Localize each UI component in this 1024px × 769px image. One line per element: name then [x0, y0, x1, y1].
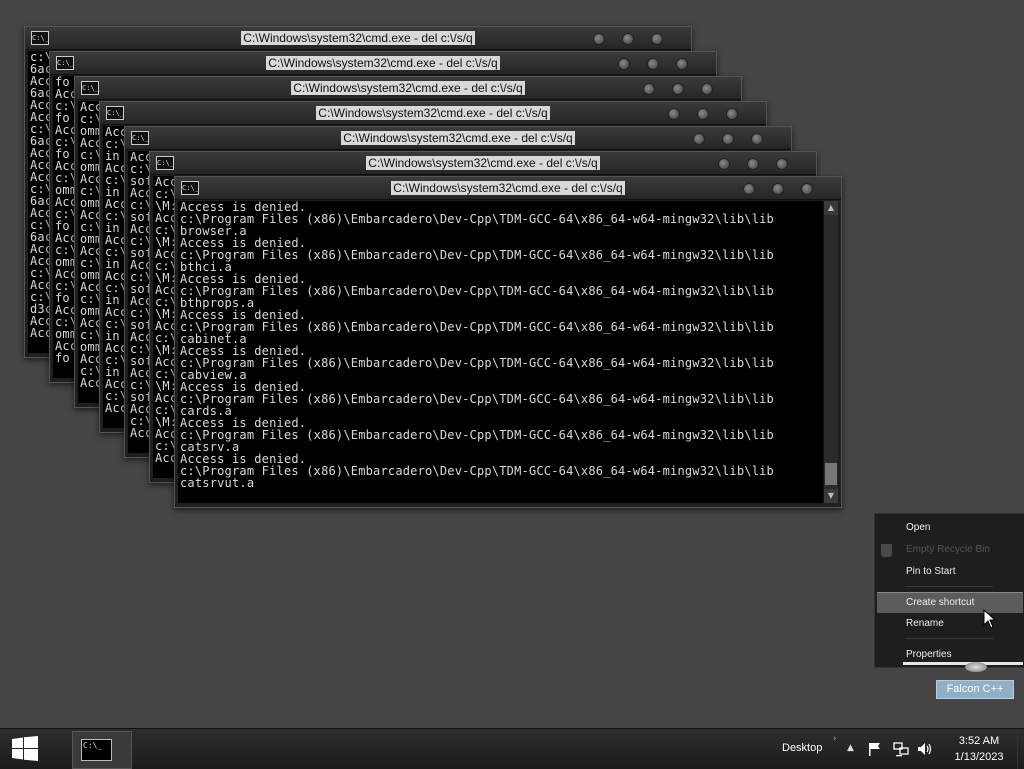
- cmd-window-title: C:\Windows\system32\cmd.exe - del c:\/s/…: [75, 81, 741, 95]
- menu-separator: [905, 638, 993, 639]
- cmd-window-titlebar[interactable]: C:\_ C:\Windows\system32\cmd.exe - del c:…: [100, 102, 766, 125]
- cmd-window-title-text: C:\Windows\system32\cmd.exe - del c:\/s/…: [341, 131, 575, 145]
- cmd-window-title-text: C:\Windows\system32\cmd.exe - del c:\/s/…: [316, 106, 550, 120]
- cmd-window-title: C:\Windows\system32\cmd.exe - del c:\/s/…: [50, 56, 716, 70]
- console-line: catsrvut.a: [180, 476, 255, 490]
- cmd-icon: C:\_: [81, 739, 112, 761]
- close-button[interactable]: [651, 33, 663, 45]
- windows-logo-icon: [12, 736, 38, 761]
- cmd-window-title: C:\Windows\system32\cmd.exe - del c:\/s/…: [175, 181, 841, 195]
- desktop-icon-label: Falcon C++: [936, 680, 1014, 699]
- cmd-window-title-text: C:\Windows\system32\cmd.exe - del c:\/s/…: [241, 31, 475, 45]
- scroll-up-arrow-icon[interactable]: ▲: [824, 201, 838, 215]
- clock-time[interactable]: 3:52 AM: [952, 735, 1006, 747]
- volume-icon[interactable]: [917, 741, 933, 757]
- close-button[interactable]: [726, 108, 738, 120]
- network-icon[interactable]: [893, 741, 909, 757]
- clock-date[interactable]: 1/13/2023: [946, 751, 1012, 763]
- mouse-cursor-icon: [983, 609, 997, 629]
- maximize-button[interactable]: [772, 183, 784, 195]
- cmd-window-titlebar[interactable]: C:\_ C:\Windows\system32\cmd.exe - del c:…: [150, 152, 816, 175]
- cmd-window-title: C:\Windows\system32\cmd.exe - del c:\/s/…: [125, 131, 791, 145]
- console-line: c:\Program Files (x86)\Embarcadero\Dev-C…: [180, 392, 774, 406]
- cmd-window-title: C:\Windows\system32\cmd.exe - del c:\/s/…: [25, 31, 691, 45]
- menu-create-shortcut-label: Create shortcut: [906, 597, 975, 608]
- close-button[interactable]: [701, 83, 713, 95]
- console-line: c:\Program Files (x86)\Embarcadero\Dev-C…: [180, 248, 774, 262]
- menu-create-shortcut[interactable]: Create shortcut: [877, 592, 1023, 613]
- cmd-window-titlebar[interactable]: C:\_ C:\Windows\system32\cmd.exe - del c:…: [75, 77, 741, 100]
- menu-open-label: Open: [906, 522, 931, 533]
- cmd-window[interactable]: C:\_ C:\Windows\system32\cmd.exe - del c:…: [174, 176, 842, 508]
- menu-empty-recycle-bin: Empty Recycle Bin: [877, 540, 1023, 560]
- menu-properties-label: Properties: [906, 649, 952, 660]
- menu-open[interactable]: Open: [877, 518, 1023, 538]
- taskbar-cmd-button[interactable]: C:\_: [72, 731, 132, 769]
- cmd-window-titlebar[interactable]: C:\_ C:\Windows\system32\cmd.exe - del c:…: [125, 127, 791, 150]
- action-center-flag-icon[interactable]: [868, 742, 882, 756]
- desktop-toolbar-label[interactable]: Desktop: [782, 742, 822, 754]
- vertical-scrollbar[interactable]: ▲▼: [823, 201, 838, 503]
- taskbar: C:\_ Desktop › ▲ 3:52 AM 1/13/2023: [0, 728, 1024, 769]
- scroll-down-arrow-icon[interactable]: ▼: [824, 489, 838, 503]
- cmd-window-titlebar[interactable]: C:\_ C:\Windows\system32\cmd.exe - del c:…: [175, 177, 841, 200]
- menu-rename-label: Rename: [906, 618, 944, 629]
- close-button[interactable]: [776, 158, 788, 170]
- maximize-button[interactable]: [697, 108, 709, 120]
- cmd-window-titlebar[interactable]: C:\_ C:\Windows\system32\cmd.exe - del c:…: [50, 52, 716, 75]
- cmd-window-title-text: C:\Windows\system32\cmd.exe - del c:\/s/…: [366, 156, 600, 170]
- desktop-icon-falcon[interactable]: Falcon C++: [936, 662, 1014, 699]
- console-line: c:\Program Files (x86)\Embarcadero\Dev-C…: [180, 320, 774, 334]
- context-menu: Open Empty Recycle Bin Pin to Start Crea…: [874, 513, 1024, 668]
- console-line: c:\Program Files (x86)\Embarcadero\Dev-C…: [180, 356, 774, 370]
- console-line: c:\Program Files (x86)\Embarcadero\Dev-C…: [180, 428, 774, 442]
- console-line: c:\Program Files (x86)\Embarcadero\Dev-C…: [180, 464, 774, 478]
- minimize-button[interactable]: [743, 183, 755, 195]
- close-button[interactable]: [751, 133, 763, 145]
- start-button[interactable]: [0, 729, 68, 769]
- chevron-right-icon[interactable]: ›: [833, 734, 837, 744]
- maximize-button[interactable]: [647, 58, 659, 70]
- menu-pin-to-start[interactable]: Pin to Start: [877, 562, 1023, 582]
- minimize-button[interactable]: [643, 83, 655, 95]
- cmd-window-title-text: C:\Windows\system32\cmd.exe - del c:\/s/…: [391, 181, 625, 195]
- menu-empty-recycle-bin-label: Empty Recycle Bin: [906, 544, 990, 555]
- minimize-button[interactable]: [618, 58, 630, 70]
- console-line: c:\Program Files (x86)\Embarcadero\Dev-C…: [180, 284, 774, 298]
- cmd-window-title: C:\Windows\system32\cmd.exe - del c:\/s/…: [150, 156, 816, 170]
- menu-rename[interactable]: Rename: [877, 614, 1023, 634]
- maximize-button[interactable]: [722, 133, 734, 145]
- menu-separator: [905, 586, 993, 587]
- show-desktop-button[interactable]: [1017, 729, 1024, 769]
- console-line: c:\Program Files (x86)\Embarcadero\Dev-C…: [180, 212, 774, 226]
- minimize-button[interactable]: [593, 33, 605, 45]
- close-button[interactable]: [676, 58, 688, 70]
- falcon-app-icon: [965, 662, 987, 672]
- cmd-window-titlebar[interactable]: C:\_ C:\Windows\system32\cmd.exe - del c:…: [25, 27, 691, 50]
- maximize-button[interactable]: [622, 33, 634, 45]
- cmd-window-title-text: C:\Windows\system32\cmd.exe - del c:\/s/…: [291, 81, 525, 95]
- minimize-button[interactable]: [668, 108, 680, 120]
- show-hidden-icons-icon[interactable]: ▲: [847, 743, 854, 753]
- minimize-button[interactable]: [718, 158, 730, 170]
- maximize-button[interactable]: [747, 158, 759, 170]
- scroll-thumb[interactable]: [825, 463, 837, 485]
- cmd-window-title: C:\Windows\system32\cmd.exe - del c:\/s/…: [100, 106, 766, 120]
- close-button[interactable]: [801, 183, 813, 195]
- console-output: Access is denied. c:\Program Files (x86)\…: [178, 201, 823, 503]
- cmd-window-title-text: C:\Windows\system32\cmd.exe - del c:\/s/…: [266, 56, 500, 70]
- maximize-button[interactable]: [672, 83, 684, 95]
- menu-bottom-bar: [903, 662, 1023, 665]
- minimize-button[interactable]: [693, 133, 705, 145]
- menu-pin-to-start-label: Pin to Start: [906, 566, 956, 577]
